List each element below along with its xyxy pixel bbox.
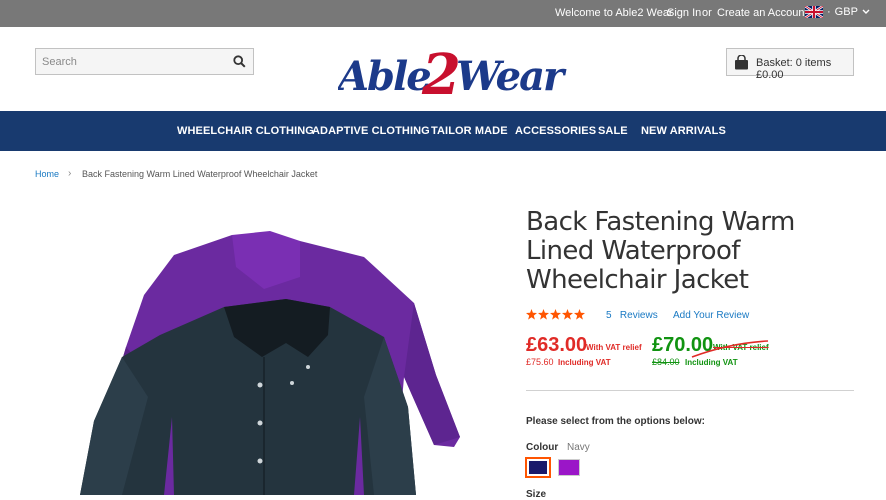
currency-separator: · <box>827 6 831 18</box>
uk-flag-icon <box>805 6 823 18</box>
nav-wheelchair-clothing[interactable]: WHEELCHAIR CLOTHING <box>177 125 314 137</box>
strikethrough-mark <box>691 340 769 358</box>
divider <box>526 390 854 391</box>
reviews-count: 5 <box>606 310 612 321</box>
reviews-link[interactable]: 5 Reviews <box>606 310 658 321</box>
search-input[interactable] <box>36 49 226 74</box>
basket-summary: Basket: 0 items £0.00 <box>756 57 832 81</box>
svg-text:2: 2 <box>421 42 461 98</box>
price-with-vat-relief: £63.00 <box>526 334 588 356</box>
rating-stars <box>526 309 586 320</box>
nav-sale[interactable]: SALE <box>598 125 628 137</box>
basket-button[interactable]: Basket: 0 items £0.00 <box>726 48 854 81</box>
breadcrumb-current: Back Fastening Warm Lined Waterproof Whe… <box>82 169 318 179</box>
basket-icon <box>735 55 748 70</box>
top-bar: Welcome to Able2 Wear Sign In or Create … <box>0 0 886 27</box>
sign-in-link[interactable]: Sign In <box>667 7 701 19</box>
currency-code: GBP <box>834 6 858 18</box>
add-review-link[interactable]: Add Your Review <box>673 310 749 321</box>
or-text: or <box>702 7 712 19</box>
welcome-message: Welcome to Able2 Wear <box>555 7 673 19</box>
colour-swatch-purple[interactable] <box>558 459 580 476</box>
old-price-including-vat: £84.00 <box>652 357 680 367</box>
able2wear-logo[interactable]: Able 2 Wear <box>338 40 570 98</box>
svg-text:Able: Able <box>338 53 430 98</box>
breadcrumb-separator-icon: › <box>68 168 72 179</box>
main-navigation: WHEELCHAIR CLOTHING ADAPTIVE CLOTHING TA… <box>0 111 886 151</box>
search-icon[interactable] <box>233 55 246 68</box>
product-image[interactable] <box>64 207 504 495</box>
breadcrumb-home[interactable]: Home <box>35 169 59 179</box>
search-box <box>35 48 254 75</box>
old-price-including-vat-note: Including VAT <box>685 358 738 367</box>
price-vat-relief-note: With VAT relief <box>586 343 642 352</box>
colour-swatch-navy[interactable] <box>525 457 551 478</box>
price-including-vat: £75.60 <box>526 357 554 367</box>
product-title: Back Fastening Warm Lined Waterproof Whe… <box>526 207 795 295</box>
colour-label: Colour <box>526 442 559 453</box>
price-including-vat-note: Including VAT <box>558 358 611 367</box>
nav-accessories[interactable]: ACCESSORIES <box>515 125 596 137</box>
options-heading: Please select from the options below: <box>526 416 705 427</box>
colour-selected-value: Navy <box>567 442 590 453</box>
currency-switcher[interactable]: · GBP <box>805 6 870 18</box>
reviews-label: Reviews <box>619 310 658 321</box>
svg-text:Wear: Wear <box>456 53 567 98</box>
breadcrumb: Home › Back Fastening Warm Lined Waterpr… <box>35 168 317 179</box>
nav-new-arrivals[interactable]: NEW ARRIVALS <box>641 125 726 137</box>
chevron-down-icon <box>862 9 870 14</box>
nav-adaptive-clothing[interactable]: ADAPTIVE CLOTHING <box>312 125 430 137</box>
create-account-link[interactable]: Create an Account <box>717 7 808 19</box>
nav-tailor-made[interactable]: TAILOR MADE <box>431 125 508 137</box>
star-rating-icon <box>526 309 585 320</box>
